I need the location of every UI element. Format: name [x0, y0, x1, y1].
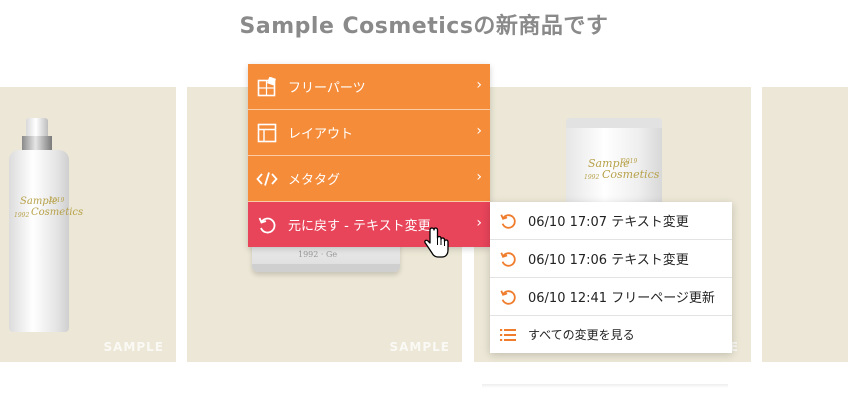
puzzle-piece-icon	[256, 76, 278, 98]
layout-icon	[256, 122, 278, 144]
menu-item-free-parts[interactable]: フリーパーツ ›	[248, 64, 490, 110]
history-item[interactable]: 06/10 12:41 フリーページ更新	[490, 278, 732, 316]
page-title: Sample Cosmeticsの新商品です	[239, 14, 609, 39]
history-item-label: 06/10 12:41 フリーページ更新	[528, 291, 715, 306]
undo-icon	[498, 287, 518, 307]
divider	[482, 384, 728, 388]
edit-menu: フリーパーツ › レイアウト › メタタグ › 元に戻す - テキスト変更 ›	[248, 64, 490, 247]
see-all-changes-link[interactable]: すべての変更を見る	[490, 316, 732, 353]
menu-item-label: レイアウト	[288, 127, 354, 142]
chevron-right-icon: ›	[476, 77, 482, 93]
undo-icon	[256, 214, 278, 236]
sample-watermark: SAMPLE	[389, 340, 450, 354]
menu-item-label: 元に戻す - テキスト変更	[288, 219, 431, 234]
menu-item-undo-text-change[interactable]: 元に戻す - テキスト変更 ›	[248, 202, 490, 247]
menu-item-layout[interactable]: レイアウト ›	[248, 110, 490, 156]
history-item-label: 06/10 17:07 テキスト変更	[528, 215, 689, 230]
bottle-label-brand2: Cosmetics	[31, 207, 84, 218]
product-card-4[interactable]	[762, 87, 848, 362]
sample-watermark: SAMPLE	[103, 340, 164, 354]
history-item[interactable]: 06/10 17:07 テキスト変更	[490, 202, 732, 240]
undo-icon	[498, 249, 518, 269]
history-item-label: 06/10 17:06 テキスト変更	[528, 253, 689, 268]
jar-label: 1992 · Ge	[298, 250, 338, 259]
menu-item-label: フリーパーツ	[288, 81, 366, 96]
list-icon	[498, 325, 518, 345]
undo-history-submenu: 06/10 17:07 テキスト変更 06/10 17:06 テキスト変更 06…	[490, 202, 732, 353]
history-item[interactable]: 06/10 17:06 テキスト変更	[490, 240, 732, 278]
see-all-changes-label: すべての変更を見る	[528, 328, 635, 342]
bottle-label-year: 2019	[49, 197, 65, 204]
tube-label-brand2: Cosmetics	[602, 168, 660, 181]
bottle-label-small: 1992	[14, 212, 30, 219]
chevron-right-icon: ›	[476, 215, 482, 231]
code-icon	[256, 168, 278, 190]
undo-icon	[498, 211, 518, 231]
hand-pointer-icon	[424, 227, 449, 258]
chevron-right-icon: ›	[476, 169, 482, 185]
tube-label-year: 2019	[622, 158, 638, 165]
tube-label-small: 1992	[584, 174, 600, 181]
menu-item-meta-tag[interactable]: メタタグ ›	[248, 156, 490, 202]
chevron-right-icon: ›	[476, 123, 482, 139]
menu-item-label: メタタグ	[288, 173, 341, 188]
